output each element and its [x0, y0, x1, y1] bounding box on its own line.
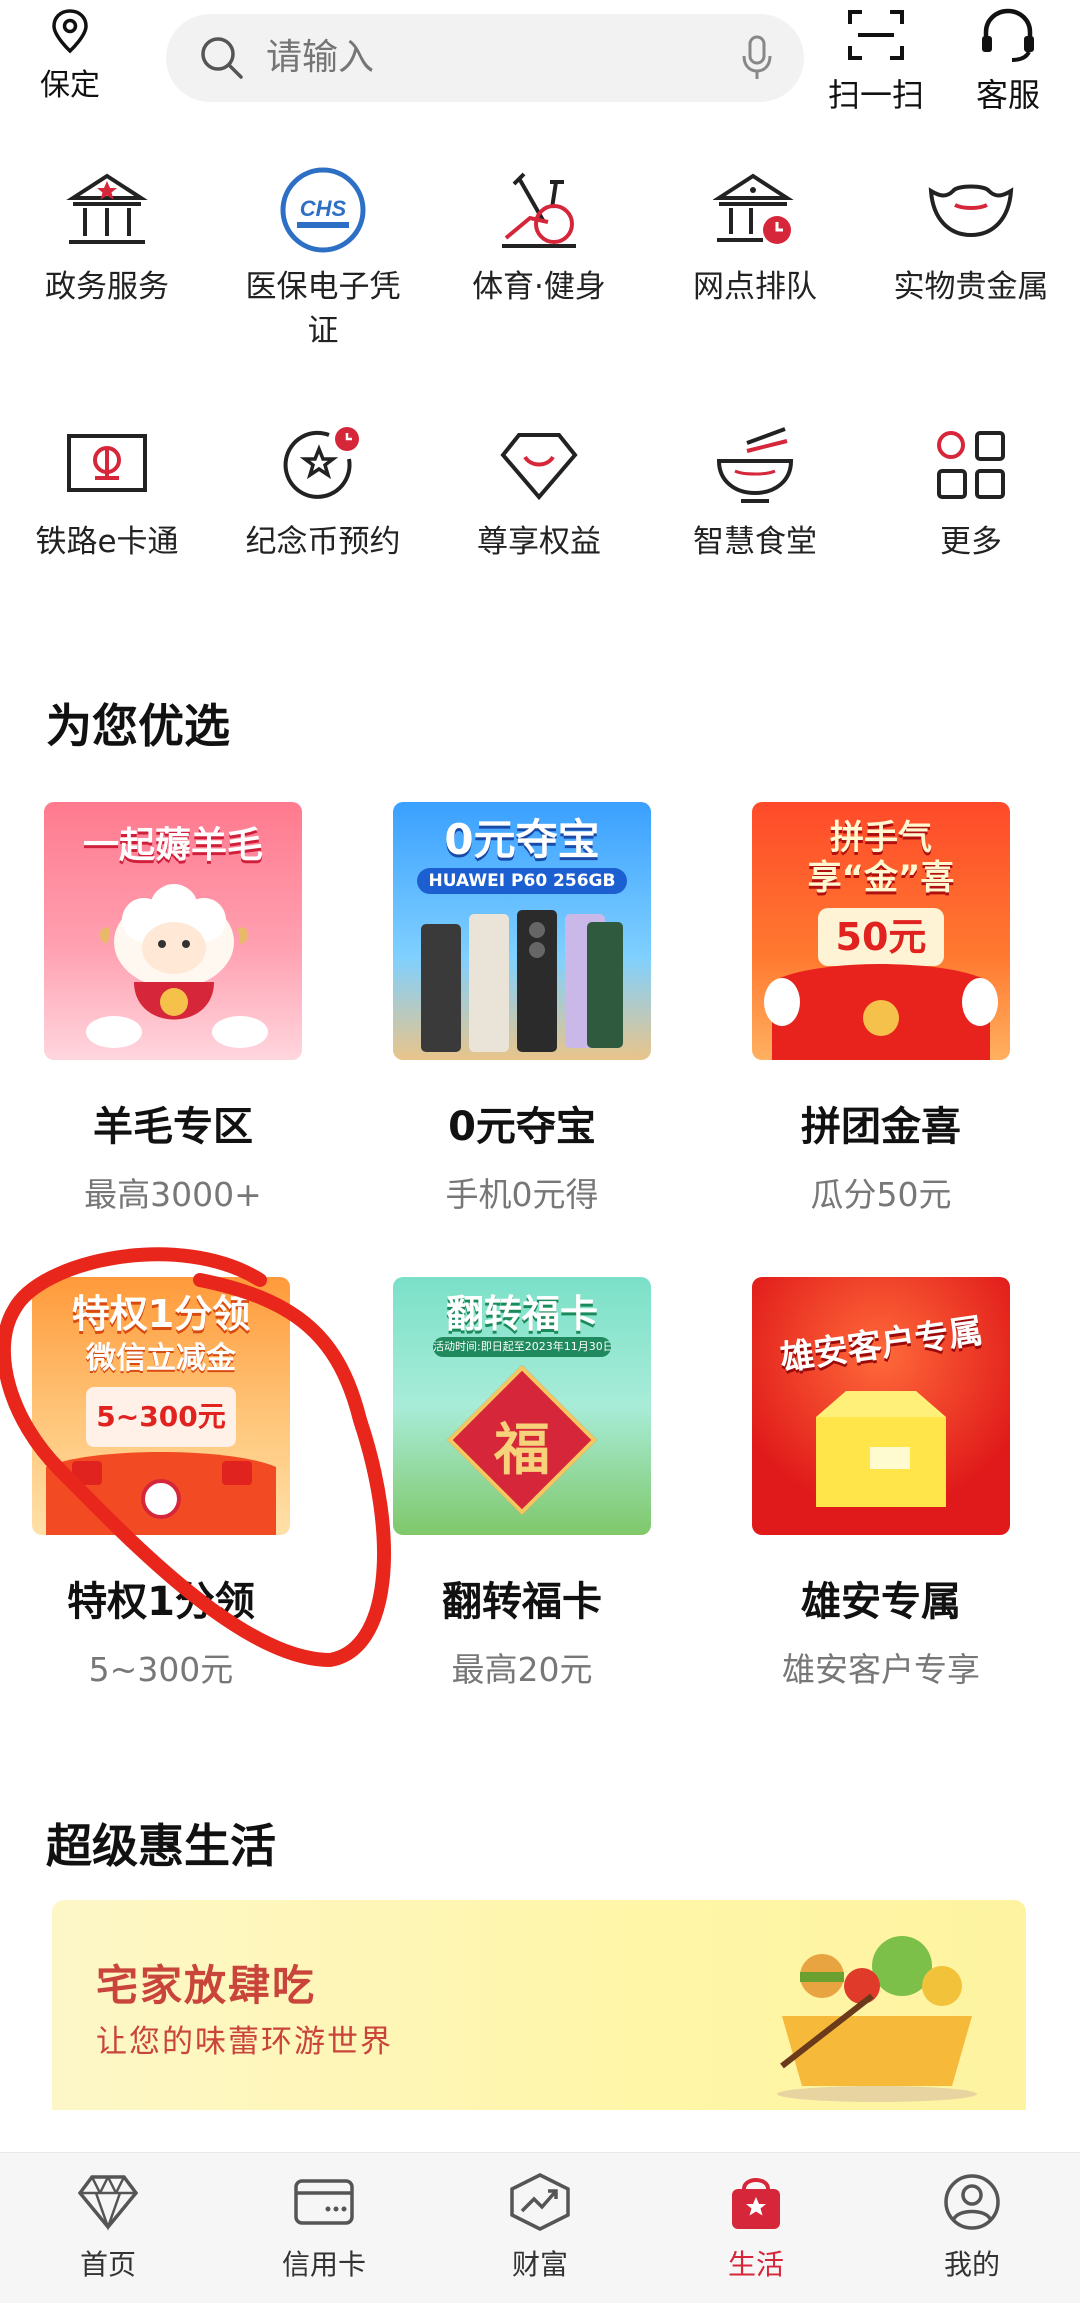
nav-label: 财富 [511, 2248, 568, 2281]
service-smart-canteen[interactable]: 智慧食堂 [650, 420, 860, 564]
nav-mine[interactable]: 我的 [902, 2171, 1042, 2283]
service-more[interactable]: 更多 [866, 420, 1076, 564]
scan-button[interactable]: 扫一扫 [821, 6, 931, 116]
promo-image-group-gold: 拼手气 享“金”喜 50元 [752, 802, 1010, 1060]
credit-card-icon [294, 2179, 354, 2225]
svg-text:CHS: CHS [300, 196, 347, 221]
phone-icon [421, 910, 623, 1052]
nav-label: 信用卡 [281, 2248, 366, 2281]
service-label: 更多 [940, 524, 1002, 560]
service-medical-insurance[interactable]: CHS 医保电子凭 证 [218, 165, 428, 353]
chs-medical-insurance-icon: CHS [278, 165, 368, 255]
promo-image-fortune-card: 翻转福卡 活动时间:即日起至2023年11月30日 福 [393, 1277, 651, 1535]
promo-title: 翻转福卡 [442, 1579, 602, 1625]
nav-wealth[interactable]: 财富 [470, 2171, 610, 2283]
promo-image-xiongan: 雄安客户专属 [752, 1277, 1010, 1535]
location-label: 保定 [40, 68, 100, 103]
gold-ingot-icon [926, 165, 1016, 255]
search-input[interactable] [266, 32, 666, 82]
banner-title: 宅家放肆吃 [96, 1961, 317, 2010]
location-pin-icon [52, 9, 88, 54]
section-title-recommended: 为您优选 [46, 699, 230, 753]
section-title-super-life: 超级惠生活 [46, 1819, 276, 1873]
promo-subtitle: 雄安客户专享 [782, 1650, 980, 1689]
search-icon [201, 37, 243, 79]
promo-tile-group-gold[interactable]: 拼手气 享“金”喜 50元 拼团金喜 瓜分50元 [752, 802, 1010, 1216]
gift-box-icon [816, 1391, 946, 1507]
customer-service-label: 客服 [975, 76, 1040, 114]
nav-label: 首页 [79, 2248, 136, 2281]
promo-tile-xiongan[interactable]: 雄安客户专属 雄安专属 雄安客户专享 [752, 1277, 1010, 1691]
service-fitness[interactable]: 体育·健身 [434, 165, 644, 309]
nav-label: 我的 [943, 2248, 1000, 2281]
promo-title: 0元夺宝 [448, 1104, 596, 1150]
promo-tile-fortune-card[interactable]: 翻转福卡 活动时间:即日起至2023年11月30日 福 翻转福卡 最高20元 [393, 1277, 651, 1691]
bowl-icon [710, 420, 800, 510]
wealth-chart-icon [510, 2173, 570, 2231]
banner-subtitle: 让您的味蕾环游世界 [96, 2024, 393, 2060]
service-label: 尊享权益 [477, 524, 601, 560]
nav-home[interactable]: 首页 [38, 2171, 178, 2283]
red-envelope-icon [764, 964, 998, 1060]
food-basket-icon [777, 1936, 977, 2102]
service-label: 铁路e卡通 [35, 524, 179, 560]
government-building-icon [62, 165, 152, 255]
promo-subtitle: 最高20元 [451, 1650, 593, 1689]
nav-credit-card[interactable]: 信用卡 [254, 2171, 394, 2283]
promo-title: 羊毛专区 [93, 1104, 253, 1150]
sheep-icon [86, 884, 268, 1048]
service-exclusive-rights[interactable]: 尊享权益 [434, 420, 644, 564]
bank-queue-icon [710, 165, 800, 255]
promo-banner-food[interactable]: 宅家放肆吃 让您的味蕾环游世界 [52, 1900, 1026, 2110]
service-label: 政务服务 [45, 269, 169, 305]
top-bar: 保定 扫一扫 客服 [0, 0, 1080, 130]
service-label: 体育·健身 [472, 269, 606, 305]
promo-title: 雄安专属 [801, 1579, 961, 1625]
promo-subtitle: 最高3000+ [84, 1175, 262, 1214]
service-label: 智慧食堂 [693, 524, 817, 560]
service-government[interactable]: 政务服务 [2, 165, 212, 309]
scan-icon [848, 10, 904, 60]
search-bar[interactable] [166, 14, 804, 102]
railway-card-icon [62, 420, 152, 510]
microphone-icon[interactable] [740, 34, 774, 82]
service-label: 医保电子凭 证 [245, 269, 401, 349]
nav-label: 生活 [727, 2248, 784, 2281]
service-label: 纪念币预约 [245, 524, 401, 560]
annotation-circle [0, 1247, 391, 1668]
service-label: 实物贵金属 [893, 269, 1049, 305]
service-branch-queue[interactable]: 网点排队 [650, 165, 860, 309]
promo-tile-zero-treasure[interactable]: 0元夺宝 HUAWEI P60 256GB 0元夺宝 手机0元得 [393, 802, 651, 1216]
diamond-home-icon [77, 2175, 139, 2231]
scan-label: 扫一扫 [827, 76, 924, 114]
promo-subtitle: 手机0元得 [445, 1175, 599, 1214]
promo-image-wool: 一起薅羊毛 [44, 802, 302, 1060]
service-commemorative-coin[interactable]: 纪念币预约 [218, 420, 428, 564]
diamond-icon [494, 420, 584, 510]
user-icon [944, 2174, 1000, 2230]
location-selector[interactable]: 保定 [30, 8, 110, 104]
more-grid-icon [926, 420, 1016, 510]
promo-image-zero-treasure: 0元夺宝 HUAWEI P60 256GB [393, 802, 651, 1060]
shopping-bag-icon [732, 2178, 780, 2229]
nav-life[interactable]: 生活 [686, 2171, 826, 2283]
bottom-navigation: 首页 信用卡 财富 生活 我的 [0, 2152, 1080, 2303]
headset-icon [982, 8, 1034, 62]
exercise-bike-icon [494, 165, 584, 255]
commemorative-coin-icon [278, 420, 368, 510]
service-label: 网点排队 [693, 269, 817, 305]
promo-title: 拼团金喜 [801, 1104, 961, 1150]
promo-subtitle: 瓜分50元 [810, 1175, 952, 1214]
customer-service-button[interactable]: 客服 [953, 6, 1063, 116]
promo-tile-wool[interactable]: 一起薅羊毛 羊毛专区 最高3000+ [44, 802, 302, 1216]
service-railway[interactable]: 铁路e卡通 [2, 420, 212, 564]
service-precious-metal[interactable]: 实物贵金属 [866, 165, 1076, 309]
